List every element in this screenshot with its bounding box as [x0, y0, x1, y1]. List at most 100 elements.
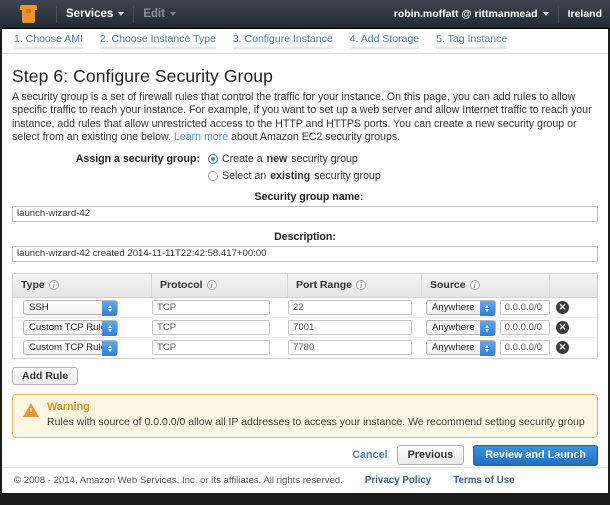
column-header-port-range-label: Port Range [296, 279, 352, 291]
column-header-type-label: Type [21, 279, 45, 291]
wizard-step-2[interactable]: 2. Choose Instance Type [100, 33, 216, 49]
radio-create-new-group[interactable]: Create a new security group [208, 153, 381, 165]
rule-protocol-cell: TCP [152, 297, 288, 317]
privacy-policy-link[interactable]: Privacy Policy [365, 475, 431, 486]
edit-menu[interactable]: Edit [143, 8, 176, 20]
rule-type-value: SSH [29, 302, 49, 313]
rule-type-select[interactable]: Custom TCP Rule [23, 340, 118, 355]
column-header-delete [550, 273, 597, 297]
radio-select-existing-suffix: security group [314, 170, 381, 182]
nav-divider-1 [56, 6, 57, 23]
info-icon[interactable]: i [207, 280, 217, 290]
learn-more-link[interactable]: Learn more [174, 131, 228, 143]
rule-port-input[interactable]: 7001 [288, 320, 412, 335]
warning-text: Rules with source of 0.0.0.0/0 allow all… [47, 416, 585, 429]
table-row: Custom TCP Rule TCP 7001 Anywhe [13, 318, 597, 338]
close-circle-icon[interactable]: ✕ [556, 341, 569, 354]
select-stepper-icon [102, 341, 117, 356]
column-header-source: Source i [422, 273, 550, 297]
rule-source-cidr-value: 0.0.0.0/0 [505, 302, 542, 313]
aws-console-screen: Services Edit robin.moffatt @ rittmanmea… [0, 0, 610, 505]
select-stepper-icon [102, 301, 117, 316]
radio-select-existing-group[interactable]: Select an existing security group [208, 170, 381, 182]
select-stepper-icon [480, 301, 495, 316]
rule-source-value: Anywhere [432, 322, 475, 333]
rule-protocol-input: TCP [152, 320, 270, 335]
rule-source-select[interactable]: Anywhere [426, 320, 496, 335]
aws-cube-icon[interactable] [20, 5, 37, 23]
account-menu-label: robin.moffatt @ rittmanmead [394, 8, 538, 20]
info-icon[interactable]: i [470, 280, 480, 290]
rule-source-select[interactable]: Anywhere [426, 340, 496, 355]
wizard-step-4[interactable]: 4. Add Storage [350, 33, 419, 49]
rule-source-cidr-input[interactable]: 0.0.0.0/0 [500, 340, 550, 355]
rule-type-select[interactable]: SSH [23, 300, 118, 315]
radio-create-new-bold: new [267, 153, 288, 165]
rule-port-value: 22 [293, 302, 304, 313]
wizard-step-5[interactable]: 5. Tag Instance [436, 33, 507, 49]
column-header-protocol-label: Protocol [160, 279, 203, 291]
top-navigation-bar: Services Edit robin.moffatt @ rittmanmea… [0, 0, 610, 29]
rule-port-value: 7780 [293, 342, 314, 353]
column-header-source-label: Source [430, 279, 466, 291]
services-menu-label: Services [66, 8, 113, 20]
rule-protocol-cell: TCP [152, 317, 288, 337]
warning-body: Warning Rules with source of 0.0.0.0/0 a… [47, 401, 585, 429]
rule-source-value: Anywhere [432, 342, 475, 353]
radio-select-existing-prefix: Select an [222, 170, 266, 182]
page-description: A security group is a set of firewall ru… [12, 91, 598, 145]
warning-triangle-icon: ! [23, 403, 39, 418]
previous-button[interactable]: Previous [397, 445, 465, 465]
rule-source-cidr-input[interactable]: 0.0.0.0/0 [500, 300, 550, 315]
select-stepper-icon [102, 321, 117, 336]
services-menu[interactable]: Services [66, 8, 124, 20]
review-and-launch-button[interactable]: Review and Launch [473, 445, 598, 466]
page-title: Step 6: Configure Security Group [12, 66, 598, 87]
rule-port-cell: 7780 [288, 338, 422, 358]
rule-port-value: 7001 [293, 322, 314, 333]
close-circle-icon[interactable]: ✕ [556, 301, 569, 314]
security-group-description-input[interactable] [12, 246, 598, 262]
warning-banner: ! Warning Rules with source of 0.0.0.0/0… [12, 394, 598, 438]
security-group-name-input[interactable] [12, 206, 598, 222]
region-menu[interactable]: Ireland [568, 8, 602, 20]
rule-port-input[interactable]: 22 [288, 300, 412, 315]
column-header-port-range: Port Range i [288, 273, 422, 297]
wizard-actions: Cancel Previous Review and Launch [12, 445, 598, 466]
rule-source-value: Anywhere [432, 302, 475, 313]
rule-port-cell: 22 [288, 297, 422, 317]
close-circle-icon[interactable]: ✕ [556, 321, 569, 334]
add-rule-button[interactable]: Add Rule [12, 367, 78, 385]
radio-create-new-indicator [208, 154, 218, 164]
column-header-protocol: Protocol i [152, 273, 288, 297]
security-group-name-label: Security group name: [12, 191, 598, 203]
terms-of-use-link[interactable]: Terms of Use [453, 475, 514, 486]
radio-create-new-prefix: Create a [222, 153, 263, 165]
rule-source-select[interactable]: Anywhere [426, 300, 496, 315]
rule-protocol-value: TCP [157, 302, 176, 313]
chevron-down-icon [118, 12, 124, 16]
page-footer: © 2008 - 2014, Amazon Web Services, Inc.… [0, 467, 610, 493]
rule-protocol-value: TCP [157, 322, 176, 333]
rule-delete-cell: ✕ [550, 338, 597, 358]
table-row: Custom TCP Rule TCP 7780 Anywhe [13, 338, 597, 358]
main-content: Step 6: Configure Security Group A secur… [0, 54, 610, 466]
rule-source-cell: Anywhere 0.0.0.0/0 [422, 338, 550, 358]
rule-source-cidr-input[interactable]: 0.0.0.0/0 [500, 320, 550, 335]
rule-source-cell: Anywhere 0.0.0.0/0 [422, 297, 550, 317]
rule-port-input[interactable]: 7780 [288, 340, 412, 355]
account-menu[interactable]: robin.moffatt @ rittmanmead [394, 8, 549, 20]
wizard-step-1[interactable]: 1. Choose AMI [14, 33, 83, 49]
cancel-button[interactable]: Cancel [352, 449, 387, 461]
rule-type-select[interactable]: Custom TCP Rule [23, 320, 118, 335]
rule-source-cell: Anywhere 0.0.0.0/0 [422, 317, 550, 337]
rules-table-header: Type i Protocol i Port Range i Source i [13, 274, 597, 298]
rule-source-cidr-value: 0.0.0.0/0 [505, 342, 542, 353]
info-icon[interactable]: i [49, 280, 59, 290]
wizard-steps: 1. Choose AMI 2. Choose Instance Type 3.… [0, 29, 610, 54]
region-menu-label: Ireland [568, 8, 602, 20]
info-icon[interactable]: i [356, 280, 366, 290]
rule-type-cell: Custom TCP Rule [13, 338, 152, 358]
wizard-step-3[interactable]: 3. Configure Instance [233, 33, 333, 49]
rule-delete-cell: ✕ [550, 297, 597, 317]
